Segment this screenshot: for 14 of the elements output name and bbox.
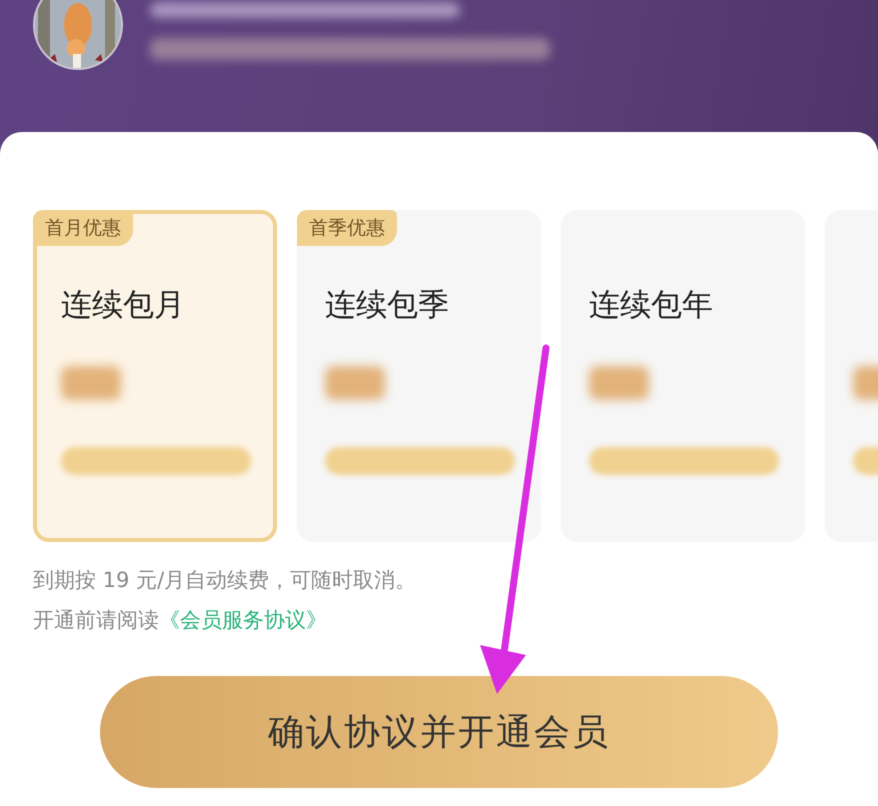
confirm-button[interactable]: 确认协议并开通会员 [100,676,778,788]
agreement-prompt: 开通前请阅读 [33,608,159,632]
blurred-price [589,366,649,400]
plan-card[interactable]: 首月优惠 连续包月 [33,210,277,542]
plan-card[interactable]: 连续包年 [561,210,805,542]
plan-title: 连续包月 [61,286,185,325]
blurred-price [61,366,121,400]
renewal-note: 到期按 19 元/月自动续费，可随时取消。 [33,567,418,594]
blurred-price [325,366,385,400]
plan-title: 连续包季 [325,286,449,325]
plan-card[interactable]: 首季优惠 连续包季 [297,210,541,542]
promo-badge: 首季优惠 [297,210,397,246]
promo-badge: 首月优惠 [33,210,133,246]
plan-title: 连续包年 [589,286,713,325]
